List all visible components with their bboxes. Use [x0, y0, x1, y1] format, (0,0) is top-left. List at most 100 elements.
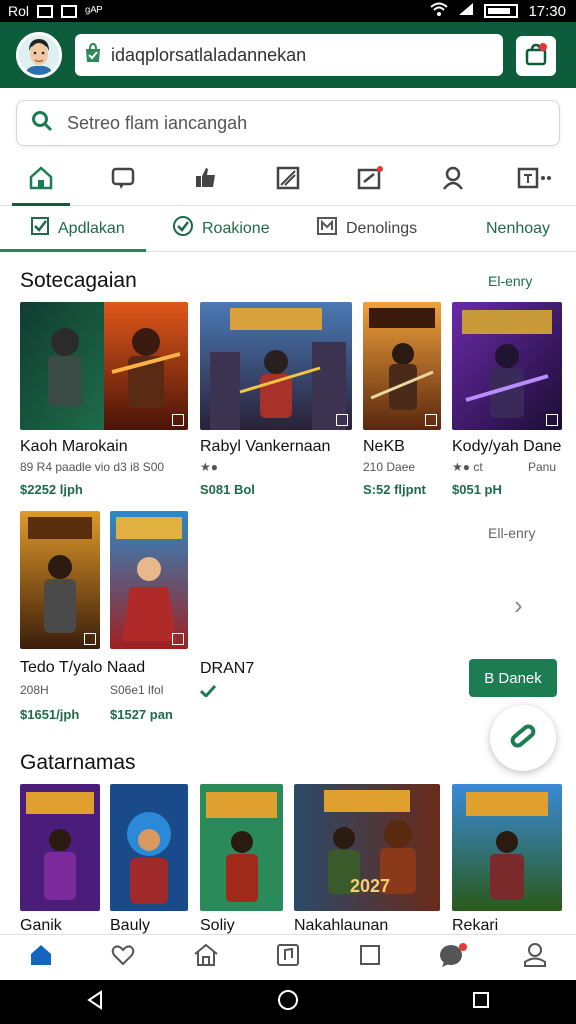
chat-bubble-icon: [438, 942, 468, 973]
section-title-2: Gatarnamas: [20, 751, 136, 774]
game-thumbnail: [452, 784, 562, 911]
wifi-icon: [430, 2, 449, 20]
game-thumbnail: [20, 784, 100, 911]
game-title: Rekari: [452, 917, 499, 934]
game-meta: ★● ct: [452, 460, 483, 474]
see-more-link[interactable]: El-enry: [488, 273, 532, 289]
back-icon[interactable]: [86, 989, 104, 1015]
edit-box-icon: [356, 165, 384, 196]
game-price: S:52 fljpnt: [363, 482, 426, 497]
game-title: Rabyl Vankernaan: [200, 438, 331, 455]
tab-label: Apdlakan: [58, 219, 125, 237]
game-price: $1651/jph: [20, 707, 80, 722]
search-bar[interactable]: Setreo flam iancangah: [16, 100, 560, 146]
game-title: Tedo T/yalo Naad: [20, 659, 146, 676]
see-more-link-2[interactable]: Ell-enry: [488, 525, 535, 541]
tab-apdlakan[interactable]: Apdlakan: [0, 206, 146, 252]
url-bar[interactable]: idaqplorsatlaladannekan: [75, 34, 503, 76]
tab-edit[interactable]: [329, 156, 411, 205]
game-card[interactable]: $1527 pan: [110, 511, 188, 722]
store-bag-button[interactable]: [516, 36, 556, 76]
game-art-text: 2027: [350, 876, 391, 896]
nav-home[interactable]: [0, 935, 82, 980]
filter-tabs: Apdlakan Roakione Denolings Nenhoay: [0, 206, 576, 252]
game-card[interactable]: Bauly: [110, 784, 188, 934]
more-icon: [517, 165, 553, 196]
game-price: $1527 pan: [110, 707, 173, 722]
rating-badge-icon: [172, 414, 184, 426]
game-card[interactable]: Ganik: [20, 784, 100, 934]
nav-music[interactable]: [247, 935, 329, 980]
nav-square[interactable]: [329, 935, 411, 980]
search-input[interactable]: Setreo flam iancangah: [67, 113, 247, 134]
attach-fab-button[interactable]: [490, 705, 556, 771]
game-meta: 210 Daee: [363, 460, 416, 474]
game-thumbnail: [200, 302, 352, 430]
check-mark-icon: [199, 684, 217, 702]
person-icon: [440, 165, 466, 196]
rating-badge-icon: [546, 414, 558, 426]
tab-likes[interactable]: [165, 156, 247, 205]
tab-home[interactable]: [0, 156, 82, 206]
nav-house[interactable]: [165, 935, 247, 980]
game-card[interactable]: 2027 Nakahlaunan: [294, 784, 440, 934]
nav-messages[interactable]: [411, 935, 493, 980]
home-circle-icon[interactable]: [277, 989, 299, 1016]
game-thumbnail: [110, 511, 188, 649]
game-meta-2: S06e1 lfol: [110, 683, 164, 697]
heart-icon: [111, 944, 135, 971]
tab-more[interactable]: [494, 156, 576, 205]
tab-nenhoay[interactable]: Nenhoay: [466, 206, 576, 251]
bottom-navigation: [0, 934, 576, 980]
status-text-2: ᵍᴬᴾ: [85, 3, 103, 19]
chevron-right-icon[interactable]: ›: [514, 590, 523, 621]
tab-label: Denolings: [346, 219, 418, 237]
game-thumbnail: [452, 302, 562, 430]
tab-roakione[interactable]: Roakione: [146, 206, 296, 251]
nav-favorites[interactable]: [82, 935, 164, 980]
tab-slash[interactable]: [247, 156, 329, 205]
game-card[interactable]: Rekari: [452, 784, 562, 934]
slash-box-icon: [275, 165, 301, 196]
game-card[interactable]: Soliy: [200, 784, 283, 934]
paperclip-icon: [505, 718, 541, 759]
game-title: Kaoh Marokain: [20, 438, 128, 455]
nav-profile[interactable]: [494, 935, 576, 980]
game-card[interactable]: Rabyl Vankernaan ★● S081 Bol: [200, 302, 352, 497]
recents-icon[interactable]: [472, 991, 490, 1014]
clock: 17:30: [528, 2, 566, 20]
game-card[interactable]: Kody/yah Dane ★● ct Panu $051 pH: [452, 302, 562, 497]
game-card[interactable]: NeKB 210 Daee S:52 fljpnt: [363, 302, 441, 497]
game-title: DRAN7: [200, 660, 255, 677]
game-meta: 89 R4 paadle vio d3 i8 S00: [20, 460, 165, 474]
tab-profile[interactable]: [411, 156, 493, 205]
game-title: Kody/yah Dane: [452, 438, 562, 455]
chat-icon: [110, 165, 136, 196]
status-bar: Rol ᵍᴬᴾ 17:30: [0, 0, 576, 22]
signal-icon: [458, 2, 474, 20]
notification-icon-2: [61, 4, 78, 18]
game-title: Bauly: [110, 917, 151, 934]
game-price: S081 Bol: [200, 482, 255, 497]
game-thumbnail: [20, 511, 100, 649]
tab-chat[interactable]: [82, 156, 164, 205]
search-icon: [31, 110, 53, 137]
profile-icon: [523, 942, 547, 973]
tab-label: Roakione: [202, 219, 270, 237]
system-navigation-bar: [0, 980, 576, 1024]
game-thumbnail: [363, 302, 441, 430]
game-card[interactable]: Kaoh Marokain 89 R4 paadle vio d3 i8 S00…: [20, 302, 188, 497]
rating-badge-icon: [84, 633, 96, 645]
thumbs-up-icon: [193, 165, 219, 196]
game-card[interactable]: Tedo T/yalo Naad 208H S06e1 lfol $1651/j…: [20, 511, 163, 722]
shopping-bag-icon: [523, 41, 549, 72]
game-title: Ganik: [20, 917, 62, 934]
rating-badge-icon: [425, 414, 437, 426]
rating-badge-icon: [172, 633, 184, 645]
download-button[interactable]: B Danek: [469, 659, 557, 697]
m-box-icon: [316, 216, 338, 241]
tab-denolings[interactable]: Denolings: [296, 206, 466, 251]
url-text: idaqplorsatlaladannekan: [111, 44, 307, 65]
game-title: Soliy: [200, 917, 235, 934]
avatar[interactable]: [16, 32, 62, 78]
